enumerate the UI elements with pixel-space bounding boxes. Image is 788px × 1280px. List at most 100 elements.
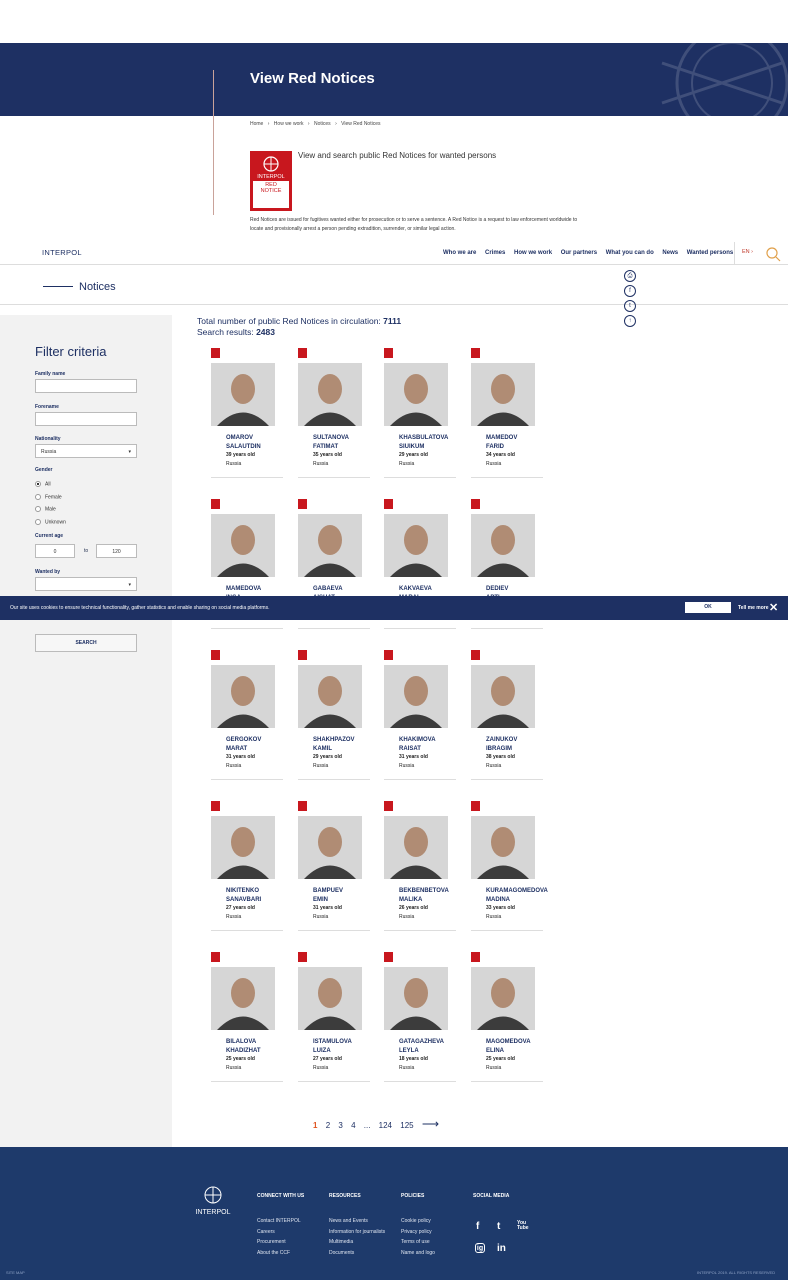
forename-input[interactable] bbox=[35, 412, 137, 426]
notice-name[interactable]: GERGOKOV MARAT bbox=[226, 736, 261, 754]
linkedin-icon[interactable]: in bbox=[497, 1243, 506, 1254]
footer-link[interactable]: Procurement bbox=[257, 1239, 286, 1245]
page-link[interactable]: 124 bbox=[379, 1121, 392, 1130]
given-name[interactable]: LEYLA bbox=[399, 1047, 444, 1056]
notice-card[interactable]: ISTAMULOVA LUIZA 27 years old Russia bbox=[298, 952, 370, 1082]
nav-wanted-persons[interactable]: Wanted persons bbox=[687, 250, 733, 256]
cookie-more-link[interactable]: Tell me more bbox=[738, 605, 768, 611]
nav-news[interactable]: News bbox=[662, 250, 678, 256]
notice-card[interactable]: BEKBENBETOVA MALIKA 26 years old Russia bbox=[384, 801, 456, 931]
instagram-icon[interactable]: ig bbox=[475, 1243, 485, 1253]
arrow-right-icon[interactable]: ⟶ bbox=[422, 1117, 439, 1131]
family-name[interactable]: OMAROV bbox=[226, 434, 261, 443]
age-max-input[interactable]: 120 bbox=[96, 544, 137, 558]
given-name[interactable]: RAISAT bbox=[399, 745, 436, 754]
given-name[interactable]: KAMIL bbox=[313, 745, 355, 754]
family-name[interactable]: SULTANOVA bbox=[313, 434, 349, 443]
language-selector[interactable]: EN › bbox=[734, 242, 760, 264]
notice-name[interactable]: SULTANOVA FATIMAT bbox=[313, 434, 349, 452]
given-name[interactable]: IBRAGIM bbox=[486, 745, 517, 754]
youtube-icon[interactable]: You Tube bbox=[517, 1221, 529, 1231]
suspect-photo[interactable] bbox=[471, 816, 535, 879]
suspect-photo[interactable] bbox=[211, 514, 275, 577]
page-link[interactable]: 3 bbox=[338, 1121, 342, 1130]
given-name[interactable]: MADINA bbox=[486, 896, 548, 905]
given-name[interactable]: MALIKA bbox=[399, 896, 449, 905]
family-name[interactable]: GERGOKOV bbox=[226, 736, 261, 745]
suspect-photo[interactable] bbox=[384, 816, 448, 879]
suspect-photo[interactable] bbox=[298, 665, 362, 728]
notice-card[interactable]: BAMPUEV EMIN 31 years old Russia bbox=[298, 801, 370, 931]
notice-name[interactable]: ZAINUKOV IBRAGIM bbox=[486, 736, 517, 754]
suspect-photo[interactable] bbox=[298, 363, 362, 426]
notice-name[interactable]: BAMPUEV EMIN bbox=[313, 887, 343, 905]
suspect-photo[interactable] bbox=[471, 967, 535, 1030]
notice-name[interactable]: NIKITENKO SANAVBARI bbox=[226, 887, 261, 905]
footer-link[interactable]: Careers bbox=[257, 1229, 275, 1235]
nationality-select[interactable]: Russia ▾ bbox=[35, 444, 137, 458]
search-icon[interactable] bbox=[764, 245, 782, 263]
family-name-input[interactable] bbox=[35, 379, 137, 393]
given-name[interactable]: LUIZA bbox=[313, 1047, 352, 1056]
page-link[interactable]: 4 bbox=[351, 1121, 355, 1130]
notice-card[interactable]: KURAMAGOMEDOVA MADINA 33 years old Russia bbox=[471, 801, 548, 931]
family-name[interactable]: BAMPUEV bbox=[313, 887, 343, 896]
twitter-icon[interactable]: t bbox=[624, 300, 636, 312]
footer-link[interactable]: Multimedia bbox=[329, 1239, 353, 1245]
suspect-photo[interactable] bbox=[298, 514, 362, 577]
notice-name[interactable]: BILALOVA KHADIZHAT bbox=[226, 1038, 261, 1056]
notice-name[interactable]: SHAKHPAZOV KAMIL bbox=[313, 736, 355, 754]
footer-link[interactable]: News and Events bbox=[329, 1218, 368, 1224]
suspect-photo[interactable] bbox=[211, 967, 275, 1030]
nav-what-you-can-do[interactable]: What you can do bbox=[606, 250, 654, 256]
print-icon[interactable]: ⎙ bbox=[624, 270, 636, 282]
footer-link[interactable]: Terms of use bbox=[401, 1239, 430, 1245]
page-link-current[interactable]: 1 bbox=[313, 1121, 317, 1130]
footer-link[interactable]: Privacy policy bbox=[401, 1229, 432, 1235]
given-name[interactable]: FATIMAT bbox=[313, 443, 349, 452]
given-name[interactable]: KHADIZHAT bbox=[226, 1047, 261, 1056]
facebook-icon[interactable]: f bbox=[476, 1221, 479, 1232]
given-name[interactable]: SIUIKUM bbox=[399, 443, 448, 452]
cookie-ok-button[interactable]: OK bbox=[685, 602, 731, 613]
suspect-photo[interactable] bbox=[298, 967, 362, 1030]
page-link[interactable]: 125 bbox=[400, 1121, 413, 1130]
suspect-photo[interactable] bbox=[211, 363, 275, 426]
notice-name[interactable]: OMAROV SALAUTDIN bbox=[226, 434, 261, 452]
suspect-photo[interactable] bbox=[298, 816, 362, 879]
notice-name[interactable]: KHAKIMOVA RAISAT bbox=[399, 736, 436, 754]
footer-link[interactable]: Documents bbox=[329, 1250, 354, 1256]
notice-card[interactable]: KHASBULATOVA SIUIKUM 29 years old Russia bbox=[384, 348, 456, 478]
suspect-photo[interactable] bbox=[384, 967, 448, 1030]
footer-link[interactable]: Contact INTERPOL bbox=[257, 1218, 301, 1224]
page-link[interactable]: 2 bbox=[326, 1121, 330, 1130]
notice-name[interactable]: KHASBULATOVA SIUIKUM bbox=[399, 434, 448, 452]
search-button[interactable]: SEARCH bbox=[35, 634, 137, 652]
footer-link[interactable]: About the CCF bbox=[257, 1250, 290, 1256]
notice-card[interactable]: SULTANOVA FATIMAT 35 years old Russia bbox=[298, 348, 370, 478]
age-min-input[interactable]: 0 bbox=[35, 544, 75, 558]
family-name[interactable]: NIKITENKO bbox=[226, 887, 261, 896]
family-name[interactable]: BILALOVA bbox=[226, 1038, 261, 1047]
notice-card[interactable]: SHAKHPAZOV KAMIL 29 years old Russia bbox=[298, 650, 370, 780]
given-name[interactable]: MARAT bbox=[226, 745, 261, 754]
notice-card[interactable]: KHAKIMOVA RAISAT 31 years old Russia bbox=[384, 650, 456, 780]
twitter-icon[interactable]: t bbox=[497, 1221, 500, 1232]
notice-card[interactable]: OMAROV SALAUTDIN 39 years old Russia bbox=[211, 348, 283, 478]
suspect-photo[interactable] bbox=[211, 665, 275, 728]
gender-radio-male[interactable]: Male bbox=[35, 506, 56, 512]
scroll-top-icon[interactable]: ↑ bbox=[624, 315, 636, 327]
notice-card[interactable]: MAGOMEDOVA ELINA 25 years old Russia bbox=[471, 952, 543, 1082]
notice-name[interactable]: BEKBENBETOVA MALIKA bbox=[399, 887, 449, 905]
suspect-photo[interactable] bbox=[384, 363, 448, 426]
family-name[interactable]: MAGOMEDOVA bbox=[486, 1038, 531, 1047]
notice-card[interactable]: ZAINUKOV IBRAGIM 38 years old Russia bbox=[471, 650, 543, 780]
given-name[interactable]: SALAUTDIN bbox=[226, 443, 261, 452]
suspect-photo[interactable] bbox=[471, 514, 535, 577]
family-name[interactable]: ISTAMULOVA bbox=[313, 1038, 352, 1047]
notice-card[interactable]: GERGOKOV MARAT 31 years old Russia bbox=[211, 650, 283, 780]
family-name[interactable]: GABAEVA bbox=[313, 585, 343, 594]
family-name[interactable]: SHAKHPAZOV bbox=[313, 736, 355, 745]
notice-name[interactable]: MAMEDOV FARID bbox=[486, 434, 517, 452]
family-name[interactable]: KURAMAGOMEDOVA bbox=[486, 887, 548, 896]
